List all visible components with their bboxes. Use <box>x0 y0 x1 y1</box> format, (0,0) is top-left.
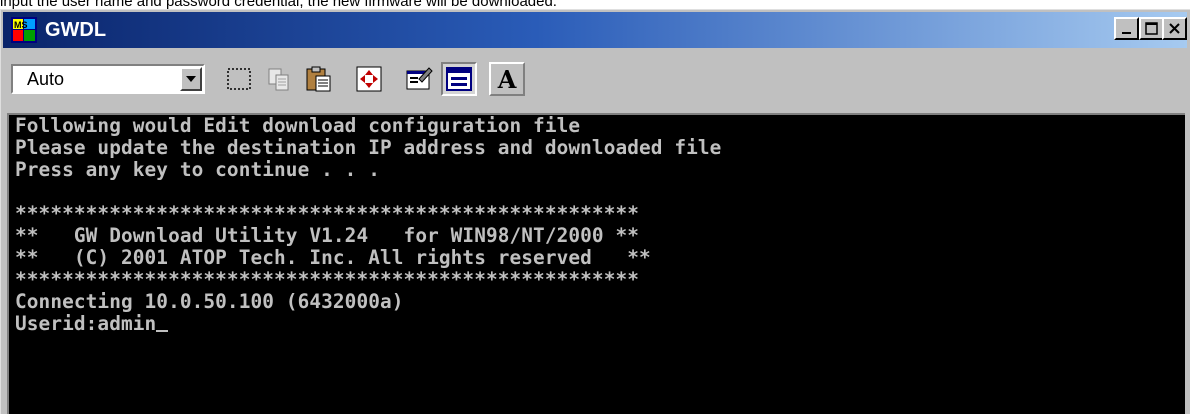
chevron-down-icon <box>186 76 196 82</box>
mark-button[interactable] <box>221 62 257 96</box>
title-bar[interactable]: MS GWDL <box>3 12 1187 48</box>
console-line: ** (C) 2001 ATOP Tech. Inc. All rights r… <box>15 246 651 269</box>
font-button[interactable]: A <box>489 62 525 96</box>
minimize-button[interactable] <box>1114 17 1139 40</box>
background-button[interactable] <box>441 62 477 96</box>
close-icon <box>1168 22 1180 34</box>
gwdl-window: MS GWDL Auto A Following would Edit down… <box>0 9 1190 414</box>
maximize-button[interactable] <box>1139 17 1164 40</box>
console-prompt: Userid:admin <box>15 312 157 335</box>
console-output[interactable]: Following would Edit download configurat… <box>7 113 1185 414</box>
toolbar: Auto A <box>3 50 1187 102</box>
svg-text:MS: MS <box>14 20 28 30</box>
console-line: ****************************************… <box>15 202 640 225</box>
console-line: ** GW Download Utility V1.24 for WIN98/N… <box>15 224 640 247</box>
copy-button[interactable] <box>261 62 297 96</box>
minimize-icon <box>1121 31 1131 34</box>
text-cursor <box>156 330 169 332</box>
close-button[interactable] <box>1162 17 1187 40</box>
console-line: Connecting 10.0.50.100 (6432000a) <box>15 290 404 313</box>
full-screen-icon <box>356 66 382 92</box>
maximize-icon <box>1144 21 1158 35</box>
console-line: ****************************************… <box>15 268 640 291</box>
paste-button[interactable] <box>301 62 337 96</box>
console-line: Press any key to continue . . . <box>15 158 380 181</box>
copy-icon <box>268 68 289 91</box>
mark-icon <box>227 68 251 90</box>
ms-dos-icon: MS <box>11 17 37 43</box>
console-prompt-line: Userid:admin <box>15 312 169 335</box>
console-line: Please update the destination IP address… <box>15 136 722 159</box>
paste-icon <box>306 66 331 92</box>
font-icon: A <box>497 64 517 94</box>
dropdown-button[interactable] <box>180 67 202 91</box>
background-icon <box>446 67 472 91</box>
properties-button[interactable] <box>401 62 437 96</box>
console-line: Following would Edit download configurat… <box>15 114 581 137</box>
window-title: GWDL <box>45 19 107 41</box>
properties-icon <box>406 67 433 90</box>
full-screen-button[interactable] <box>351 62 387 96</box>
font-size-value: Auto <box>27 69 65 89</box>
font-size-select[interactable]: Auto <box>11 64 205 94</box>
